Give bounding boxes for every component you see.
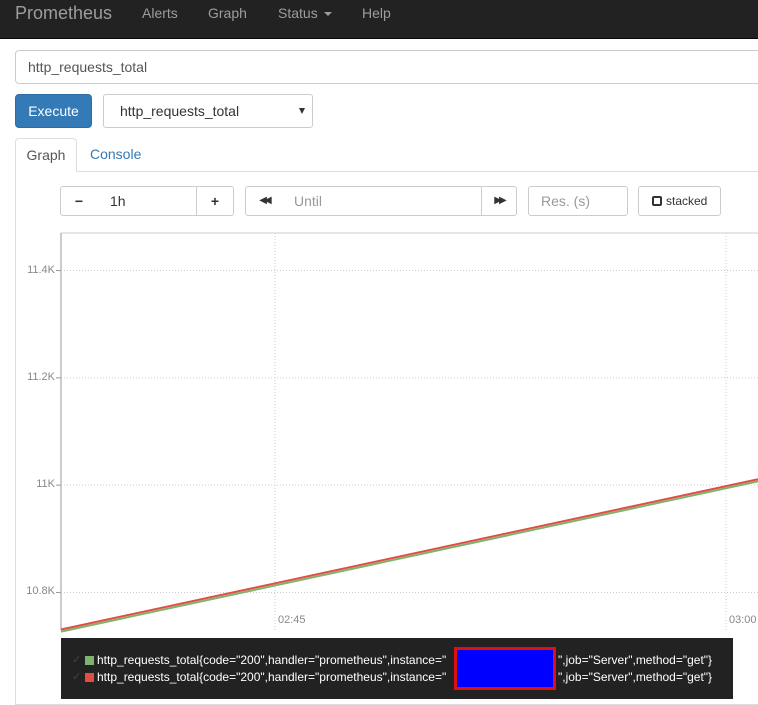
check-icon: ✓ — [72, 654, 82, 666]
legend-label-suffix: ",job="Server",method="get"} — [558, 653, 713, 667]
navbar: Prometheus Alerts Graph Status Help — [0, 0, 758, 39]
check-icon: ✓ — [72, 671, 82, 683]
tab-console[interactable]: Console — [90, 146, 141, 162]
range-input[interactable]: 1h — [97, 186, 197, 216]
increase-range-button[interactable]: + — [196, 186, 234, 216]
legend-item[interactable]: ✓ http_requests_total{code="200",handler… — [61, 670, 733, 686]
nav-status[interactable]: Status — [278, 5, 332, 21]
tabs-divider — [15, 171, 758, 172]
series-swatch — [85, 656, 94, 665]
legend-item[interactable]: ✓ http_requests_total{code="200",handler… — [61, 653, 733, 669]
nav-status-label: Status — [278, 5, 318, 21]
y-tick-label: 10.8K — [26, 585, 55, 598]
dropdown-arrow-icon — [299, 108, 305, 114]
stacked-label: stacked — [666, 194, 708, 208]
caret-down-icon — [323, 12, 332, 17]
series-line — [60, 480, 758, 633]
legend-label-suffix: ",job="Server",method="get"} — [558, 670, 713, 684]
until-input[interactable]: Until — [282, 186, 482, 216]
redaction-box — [454, 647, 556, 690]
stacked-toggle[interactable]: stacked — [638, 186, 721, 216]
nav-graph[interactable]: Graph — [208, 5, 247, 21]
x-tick-label: 02:45 — [278, 614, 306, 626]
y-tick-label: 11K — [36, 478, 55, 491]
x-tick-label: 03:00 — [729, 614, 757, 626]
metric-select-value: http_requests_total — [120, 103, 240, 119]
legend-label-prefix: http_requests_total{code="200",handler="… — [97, 670, 447, 684]
legend-label-prefix: http_requests_total{code="200",handler="… — [97, 653, 447, 667]
nav-alerts[interactable]: Alerts — [142, 5, 178, 21]
series-swatch — [85, 673, 94, 682]
legend: ✓ http_requests_total{code="200",handler… — [61, 638, 733, 699]
expression-input[interactable]: http_requests_total — [15, 50, 758, 84]
resolution-input[interactable]: Res. (s) — [528, 186, 628, 216]
rewind-icon[interactable]: ◀◀ — [245, 186, 283, 216]
y-tick-label: 11.4K — [27, 263, 55, 276]
fast-forward-icon[interactable]: ▶▶ — [481, 186, 517, 216]
decrease-range-button[interactable]: − — [60, 186, 98, 216]
y-tick-label: 11.2K — [27, 370, 55, 383]
brand-link[interactable]: Prometheus — [15, 3, 112, 24]
nav-help[interactable]: Help — [362, 5, 391, 21]
checkbox-icon — [652, 196, 662, 206]
execute-button[interactable]: Execute — [15, 94, 92, 128]
graph-chart — [56, 232, 758, 633]
metric-select[interactable]: http_requests_total — [103, 94, 313, 128]
tab-graph[interactable]: Graph — [15, 138, 77, 172]
series-line — [60, 478, 758, 631]
